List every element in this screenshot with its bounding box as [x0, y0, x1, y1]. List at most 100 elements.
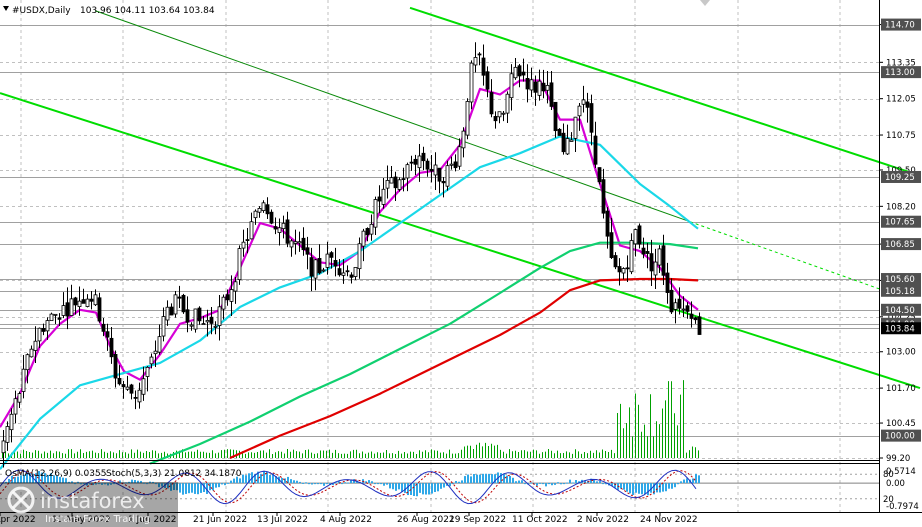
candle-body [497, 111, 502, 118]
candle-body [201, 323, 206, 325]
price-tick-label: 108.20 [886, 202, 916, 212]
osma-bar [341, 483, 343, 485]
candle-body [309, 257, 314, 277]
osma-bar [671, 483, 673, 489]
candle-body [109, 337, 114, 358]
candle-body [121, 384, 126, 388]
candle-body [253, 210, 258, 219]
level-label: 105.18 [885, 287, 915, 297]
osma-bar [401, 483, 403, 492]
osma-bar [521, 480, 523, 484]
price-tick-label: 99.20 [886, 454, 910, 464]
ohlc-values: 103.96 104.11 103.64 103.84 [80, 6, 215, 16]
osma-bar [434, 483, 436, 493]
price-tick-label: 112.05 [886, 95, 916, 105]
candle-body [369, 223, 374, 235]
osma-bar [188, 483, 190, 494]
candle-body [661, 245, 666, 276]
candle-body [157, 336, 162, 353]
osma-bar [482, 473, 484, 484]
osma-bar [344, 482, 346, 484]
candle-body [673, 302, 678, 310]
osma-bar [443, 483, 445, 488]
osma-bar [386, 483, 388, 485]
candle-body [609, 232, 614, 258]
osma-bar [371, 481, 373, 484]
candle-body [405, 164, 410, 179]
candle-body [469, 62, 474, 103]
candle-body [521, 71, 526, 76]
osma-bar [293, 480, 295, 484]
level-label: 114.70 [885, 21, 915, 31]
brand-name: instaforex [40, 489, 145, 513]
candle-body [605, 210, 610, 237]
candle-body [33, 340, 38, 351]
candle-body [613, 255, 618, 268]
moving-average-slow [149, 241, 699, 465]
candle-body [329, 252, 334, 258]
date-tick-label: 2 Nov 2022 [577, 515, 629, 525]
candle-body [597, 167, 602, 183]
candle-body [145, 366, 150, 377]
candle-body [393, 176, 398, 189]
candle-body [97, 297, 102, 322]
osma-bar [422, 483, 424, 495]
osma-bar [485, 473, 487, 484]
candle-body [529, 79, 534, 91]
osma-zero-label: 0.00 [886, 479, 905, 489]
osma-bar [488, 473, 490, 484]
osma-bar [305, 482, 307, 484]
candle-body [449, 163, 454, 166]
shift-marker-icon[interactable] [700, 0, 710, 6]
candle-body [545, 85, 550, 91]
osma-bar [239, 478, 241, 484]
chart-canvas[interactable]: 99.20100.45101.70103.00104.25105.55106.8… [0, 0, 922, 527]
candle-body [333, 260, 338, 267]
candle-body [485, 71, 490, 90]
candle-body [585, 101, 590, 108]
candle-body [657, 248, 662, 266]
osma-bar [389, 483, 391, 489]
candle-body [57, 317, 62, 320]
candle-body [505, 93, 510, 114]
candle-body [313, 259, 318, 279]
candle-body [289, 240, 294, 248]
osma-bar [665, 483, 667, 492]
osma-bar [221, 483, 223, 485]
candle-body [397, 179, 402, 190]
price-tick-label: 101.70 [886, 384, 916, 394]
candle-body [625, 267, 630, 270]
osma-bar [476, 474, 478, 484]
osma-bar [380, 483, 382, 485]
price-tick-label: 103.00 [886, 348, 916, 358]
candle-body [665, 272, 670, 293]
candle-body [13, 398, 18, 415]
candle-body [105, 331, 110, 338]
date-tick-label: 21 Jun 2022 [193, 515, 247, 525]
candle-body [305, 247, 310, 255]
candle-body [389, 177, 394, 184]
candle-body [129, 384, 134, 394]
osma-bar [212, 483, 214, 491]
candle-body [569, 139, 574, 142]
candle-body [589, 103, 594, 133]
candle-body [269, 211, 274, 224]
osma-bar [269, 474, 271, 484]
trend-channel-line [0, 92, 921, 390]
osma-bar [695, 473, 697, 484]
candle-body [17, 393, 22, 403]
candle-body [293, 241, 298, 244]
dropdown-triangle-icon[interactable] [3, 6, 9, 11]
candle-body [601, 179, 606, 214]
osma-bar [374, 483, 376, 485]
osma-bar [233, 478, 235, 484]
level-label: 109.25 [885, 173, 915, 183]
osma-bar [569, 479, 571, 484]
candle-body [89, 298, 94, 302]
osma-bar [647, 483, 649, 496]
candle-body [481, 57, 486, 76]
candle-body [149, 356, 154, 365]
candle-body [241, 241, 246, 249]
osma-bar [347, 482, 349, 484]
osma-bar [311, 483, 313, 485]
